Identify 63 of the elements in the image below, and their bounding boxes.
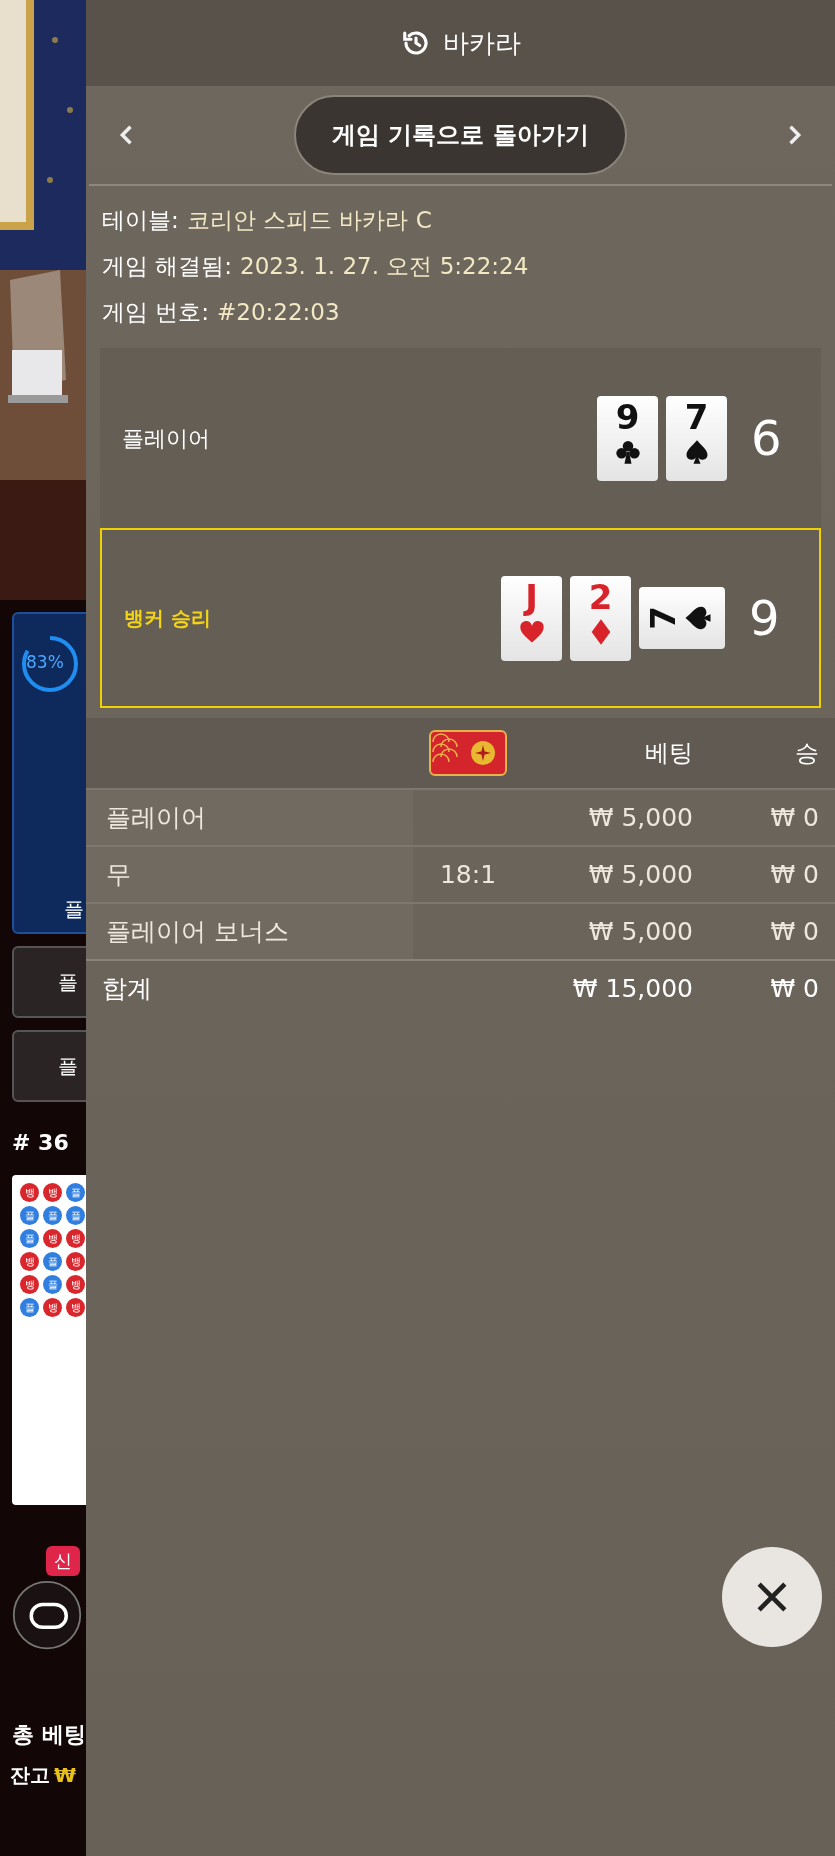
playing-card: 7 <box>666 395 727 481</box>
bead: 뱅 <box>43 1298 62 1317</box>
bonus-card-icon <box>429 730 507 776</box>
total-win-amount: ₩ 0 <box>770 973 819 1006</box>
bead: 뱅 <box>43 1229 62 1248</box>
bead: 뱅 <box>66 1298 85 1317</box>
bead: 뱅 <box>66 1252 85 1271</box>
bet-button[interactable]: 플 <box>12 1030 86 1102</box>
round-number: # 36 <box>12 1129 70 1157</box>
lobby-icon[interactable] <box>12 1580 82 1650</box>
hand-score: 9 <box>749 589 781 648</box>
bet-odds: 18:1 <box>438 858 498 891</box>
panel-title: 바카라 <box>442 26 521 60</box>
column-header: 베팅 <box>644 738 693 769</box>
bead: 플 <box>66 1206 85 1225</box>
hand-score: 6 <box>751 409 783 468</box>
bead: 플 <box>43 1206 62 1225</box>
total-bet-amount: ₩ 15,000 <box>571 973 693 1006</box>
bead: 플 <box>43 1275 62 1294</box>
win-amount: ₩ 0 <box>770 915 819 948</box>
bead: 뱅 <box>66 1229 85 1248</box>
bead: 뱅 <box>66 1275 85 1294</box>
bead: 뱅 <box>20 1252 39 1271</box>
bet-spot-card[interactable]: 83% 플 <box>12 612 86 934</box>
total-bet-label: 총 베팅 <box>12 1721 86 1749</box>
bet-name: 플레이어 <box>86 790 413 845</box>
info-label: 게임 번호: <box>102 298 210 327</box>
bead: 플 <box>20 1298 39 1317</box>
bead: 뱅 <box>20 1183 39 1202</box>
bead: 플 <box>43 1252 62 1271</box>
playing-card: J <box>501 575 562 661</box>
column-header: 승 <box>795 738 819 769</box>
playing-card: 7 <box>639 587 725 649</box>
bet-amount: ₩ 5,000 <box>587 915 693 948</box>
bead: 뱅 <box>20 1275 39 1294</box>
balance-label: 잔고 <box>10 1762 50 1789</box>
win-amount: ₩ 0 <box>770 858 819 891</box>
bead: 플 <box>66 1183 85 1202</box>
bet-name: 무 <box>86 847 413 902</box>
back-to-history-button[interactable]: 게임 기록으로 돌아가기 <box>294 95 627 175</box>
info-value: #20:22:03 <box>217 298 340 327</box>
info-label: 게임 해결됨: <box>102 252 233 281</box>
bet-label: 플 <box>64 896 84 923</box>
total-label: 합계 <box>101 973 153 1006</box>
playing-card: 9 <box>597 395 658 481</box>
bet-name: 플레이어 보너스 <box>86 904 413 959</box>
bet-amount: ₩ 5,000 <box>587 858 693 891</box>
progress-reading: 83% <box>26 654 64 671</box>
info-value: 2023. 1. 27. 오전 5:22:24 <box>240 252 529 281</box>
bead: 플 <box>20 1206 39 1225</box>
info-value: 코리안 스피드 바카라 C <box>186 206 432 235</box>
bet-amount: ₩ 5,000 <box>587 801 693 834</box>
bet-button[interactable]: 플 <box>12 946 86 1018</box>
balance-currency: ₩ <box>54 1762 77 1789</box>
new-badge: 신 <box>46 1546 80 1576</box>
bead: 플 <box>20 1229 39 1248</box>
info-label: 테이블: <box>102 206 179 235</box>
playing-card: 2 <box>570 575 631 661</box>
hand-name: 플레이어 <box>122 424 210 453</box>
win-amount: ₩ 0 <box>770 801 819 834</box>
hand-name: 뱅커 승리 <box>124 605 211 632</box>
bead: 뱅 <box>43 1183 62 1202</box>
history-icon <box>400 28 431 58</box>
